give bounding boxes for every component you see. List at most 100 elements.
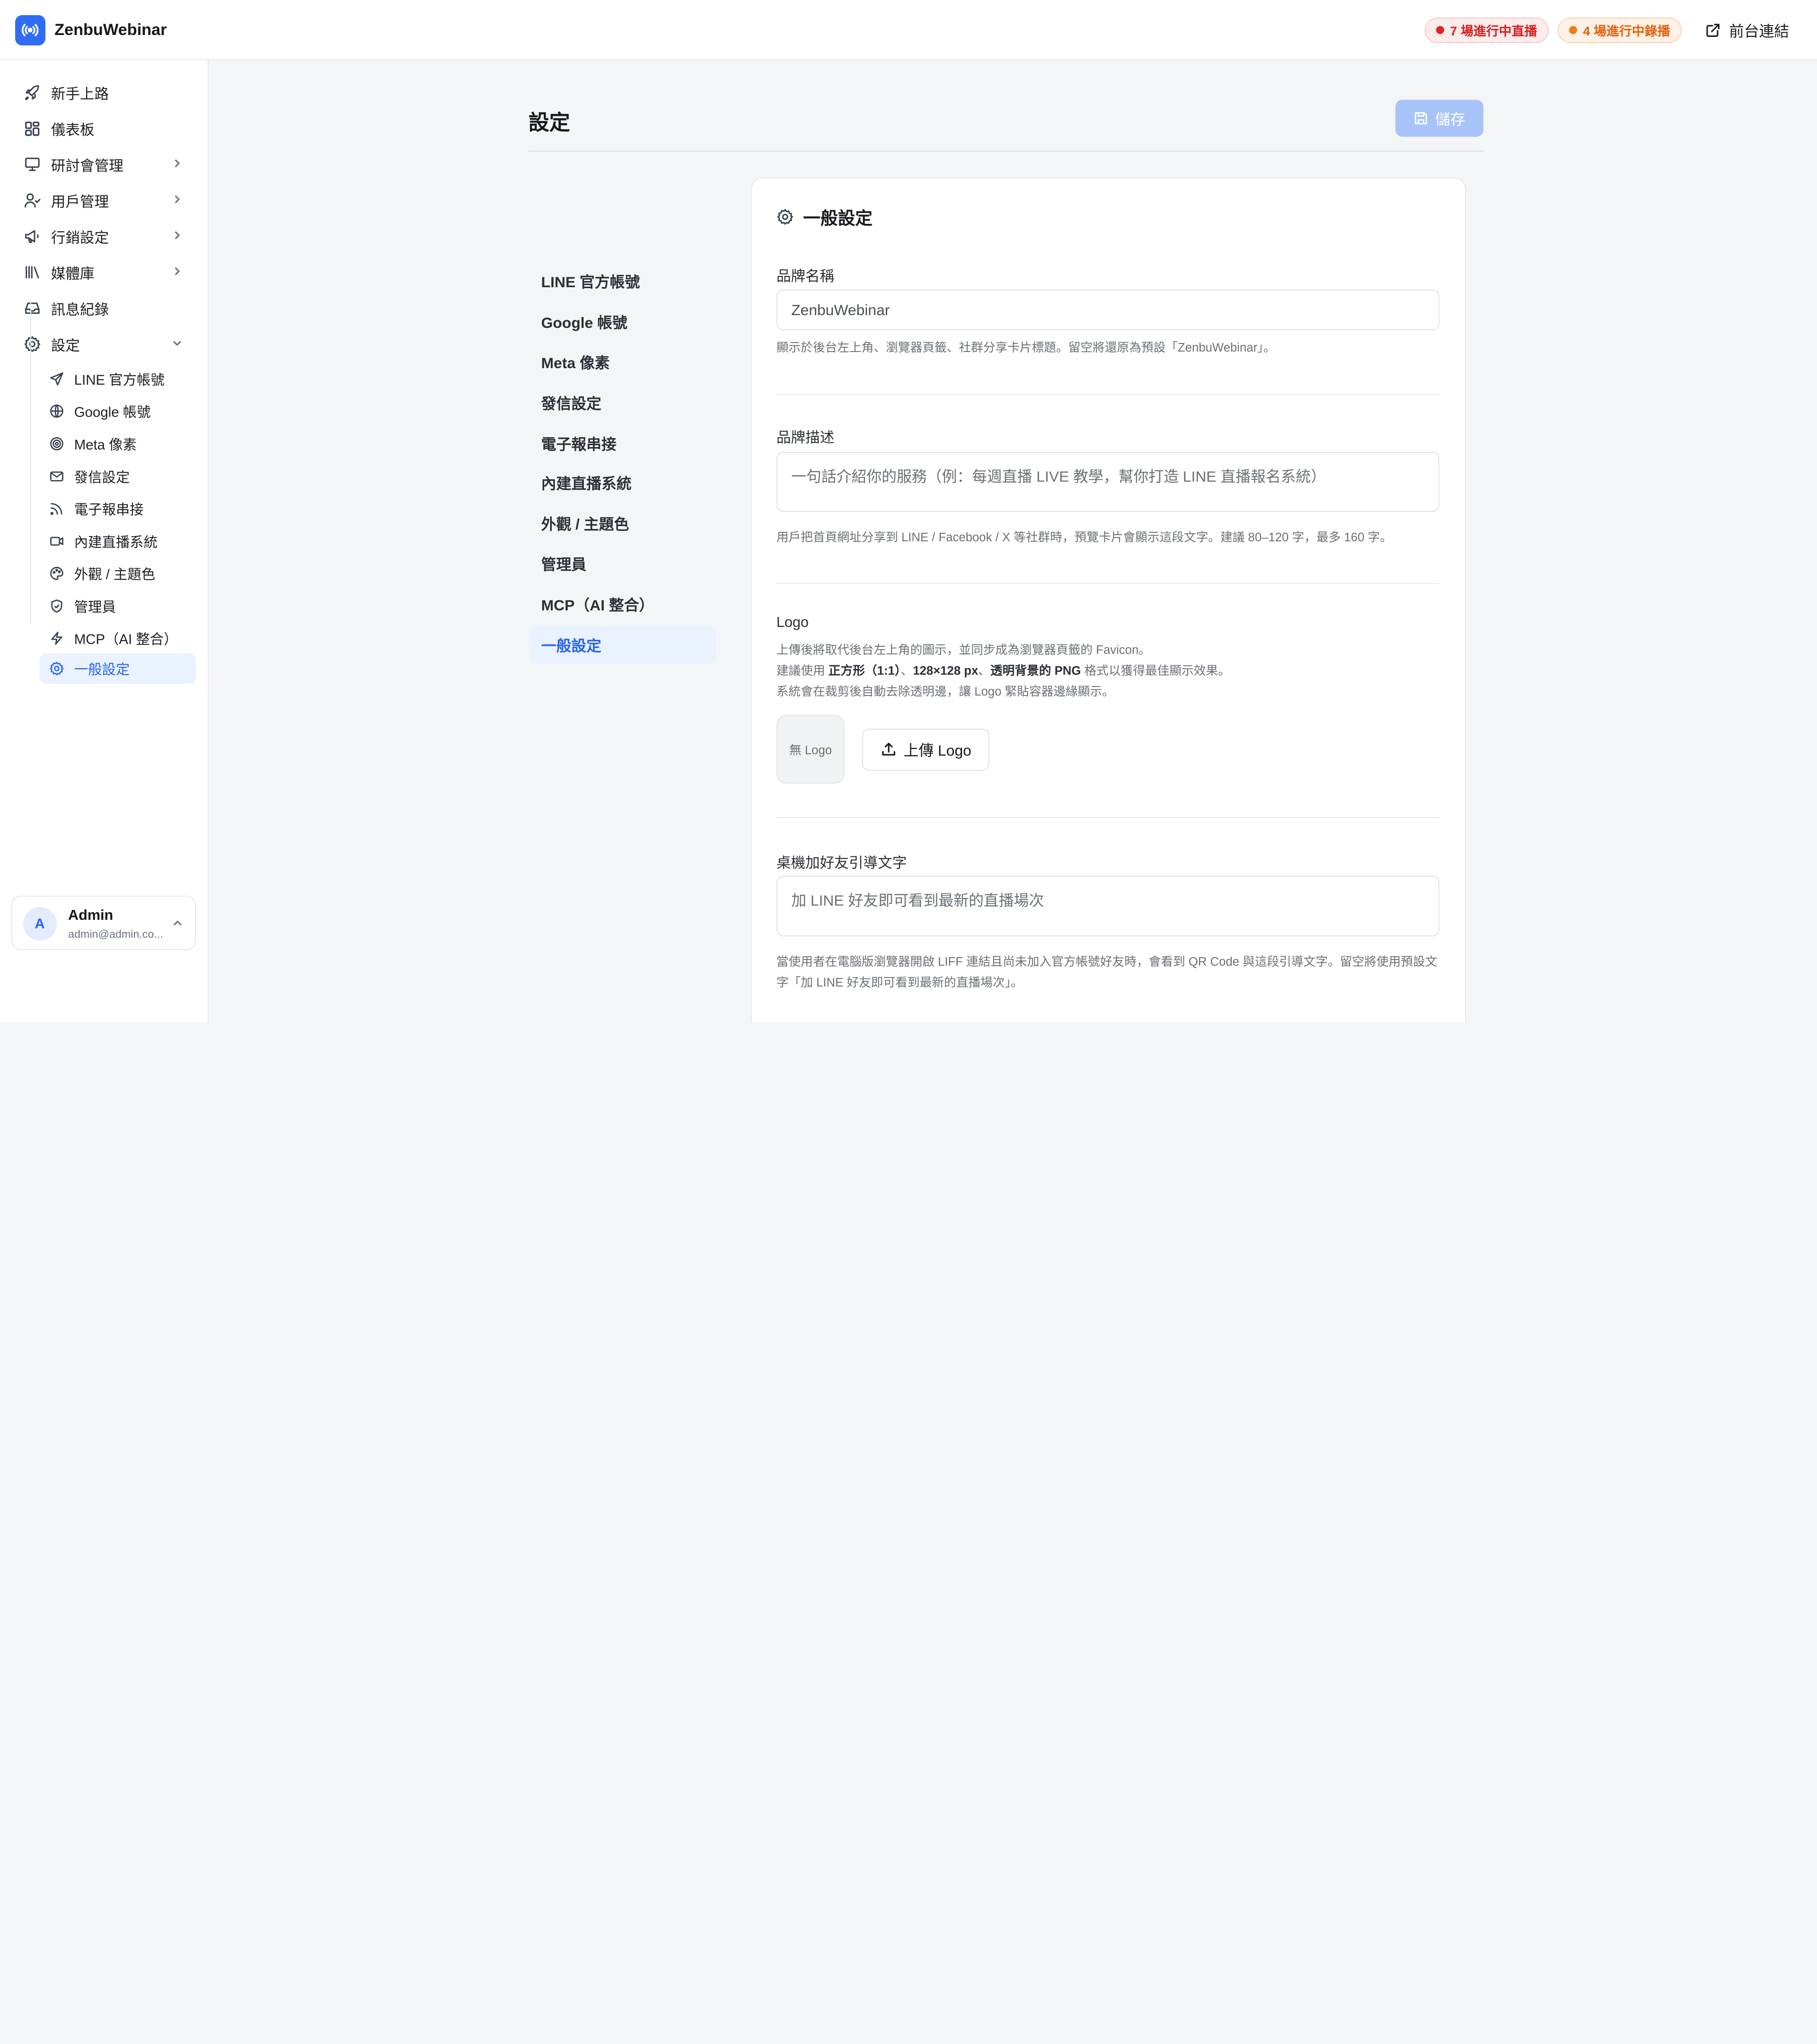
frontend-link[interactable]: 前台連結 [1705,19,1789,41]
card-title-label: 一般設定 [803,209,873,229]
user-menu[interactable]: A Admin admin@admin.co... [11,896,196,951]
settings-nav-newsletter[interactable]: 電子報串接 [529,424,716,462]
sidebar-item-settings[interactable]: 設定 [14,328,194,361]
settings-nav-google[interactable]: Google 帳號 [529,302,716,341]
sidebar-item-label: 行銷設定 [51,230,109,247]
brand-name-label: 品牌名稱 [776,268,835,285]
brand-desc-textarea[interactable]: 一句話介紹你的服務（例：每週直播 LIVE 教學，幫你打造 LINE 直播報名系… [776,452,1439,512]
video-icon [49,533,65,549]
recording-count-badge[interactable]: 4 場進行中錄播 [1558,17,1682,43]
recording-count-label: 4 場進行中錄播 [1583,24,1670,39]
settings-nav-line-account[interactable]: LINE 官方帳號 [529,262,716,300]
logo-hint-2-bold: 正方形（1:1） [828,664,901,678]
sidebar-subitem-live-system[interactable]: 內建直播系統 [39,526,196,556]
sidebar-item-label: 訊息紀錄 [51,301,109,318]
megaphone-icon [23,227,42,246]
sidebar-subitem-label: Google 帳號 [74,405,151,421]
desktop-friend-placeholder: 加 LINE 好友即可看到最新的直播場次 [791,891,1044,909]
logo-hint-2-text: 格式以獲得最佳顯示效果。 [1081,664,1230,678]
logo-hint-3: 系統會在裁剪後自動去除透明邊，讓 Logo 緊貼容器邊緣顯示。 [776,685,1114,698]
top-bar: ZenbuWebinar 7 場進行中直播 4 場進行中錄播 前台連結 [0,0,1817,61]
app-root: ZenbuWebinar 7 場進行中直播 4 場進行中錄播 前台連結 新手上路… [0,0,1817,1022]
sidebar-subitem-line-account[interactable]: LINE 官方帳號 [39,364,196,394]
sidebar-subitem-label: 一般設定 [74,662,130,678]
presentation-icon [23,155,42,174]
desktop-friend-textarea[interactable]: 加 LINE 好友即可看到最新的直播場次 [776,876,1439,936]
settings-nav-admins[interactable]: 管理員 [529,545,716,583]
logo-hint-2-bold: 透明背景的 PNG [990,664,1081,678]
save-button[interactable]: 儲存 [1395,99,1483,137]
avatar: A [23,907,57,941]
sidebar-subitem-admins[interactable]: 管理員 [39,591,196,621]
sidebar-item-onboarding[interactable]: 新手上路 [14,77,194,109]
logo-preview: 無 Logo [776,715,845,784]
sidebar-subitem-label: 管理員 [74,599,116,615]
sidebar-item-media-library[interactable]: 媒體庫 [14,256,194,289]
gear-icon [49,661,65,677]
upload-logo-button[interactable]: 上傳 Logo [862,729,990,771]
sidebar-item-dashboard[interactable]: 儀表板 [14,113,194,145]
sidebar-subitem-google[interactable]: Google 帳號 [39,396,196,427]
sidebar-subitem-label: 內建直播系統 [74,534,158,550]
sidebar-subitem-appearance[interactable]: 外觀 / 主題色 [39,558,196,589]
logo-hint-2-text: 、 [900,664,913,678]
mail-icon [49,468,65,484]
brand-name-input[interactable]: ZenbuWebinar [776,290,1439,330]
save-button-label: 儲存 [1435,110,1465,128]
live-count-badge[interactable]: 7 場進行中直播 [1425,17,1549,43]
sidebar-item-label: 研討會管理 [51,158,123,175]
library-icon [23,263,42,282]
settings-nav-meta-pixel[interactable]: Meta 像素 [529,343,716,381]
brand-desc-hint: 用戶把首頁網址分享到 LINE / Facebook / X 等社群時，預覽卡片… [776,531,1392,545]
sidebar-item-label: 設定 [51,337,80,354]
chevron-down-icon [173,341,182,346]
logo-label: Logo [776,614,809,630]
logo-hint-2-text: 、 [978,664,990,678]
settings-nav-mcp[interactable]: MCP（AI 整合） [529,585,716,624]
sidebar-item-webinars[interactable]: 研討會管理 [14,148,194,181]
gear-icon [23,335,42,353]
settings-nav-email[interactable]: 發信設定 [529,384,716,422]
sidebar-item-label: 用戶管理 [51,194,109,211]
upload-logo-label: 上傳 Logo [903,742,971,759]
broadcast-icon [15,15,45,45]
card-title: 一般設定 [776,204,873,229]
settings-nav-general[interactable]: 一般設定 [529,626,716,664]
sidebar-item-marketing[interactable]: 行銷設定 [14,220,194,253]
sidebar-subitem-general[interactable]: 一般設定 [39,653,196,684]
logo-hint-2-bold: 128×128 px [913,664,979,678]
logo-hint-2: 建議使用 正方形（1:1）、128×128 px、透明背景的 PNG 格式以獲得… [776,661,1439,681]
sidebar-subitem-label: 外觀 / 主題色 [74,567,156,583]
save-icon [1414,112,1427,124]
sidebar-subitem-newsletter[interactable]: 電子報串接 [39,493,196,524]
external-link-icon [1706,23,1720,37]
sidebar-subitem-label: MCP（AI 整合） [74,632,178,648]
sidebar-subitem-meta-pixel[interactable]: Meta 像素 [39,429,196,459]
section-divider [776,394,1439,396]
user-name: Admin [68,907,114,924]
sidebar-item-messages[interactable]: 訊息紀錄 [14,292,194,325]
submenu-guide-line [30,299,32,625]
inbox-icon [23,299,42,317]
upload-icon [882,743,895,756]
user-email: admin@admin.co... [68,928,163,941]
settings-nav-appearance[interactable]: 外觀 / 主題色 [529,504,716,542]
chevron-right-icon [175,195,180,203]
logo-hint-1: 上傳後將取代後台左上角的圖示，並同步成為瀏覽器頁籤的 Favicon。 [776,643,1151,657]
logo-hint-2-text: 建議使用 [776,664,829,678]
target-icon [49,436,65,452]
brand[interactable]: ZenbuWebinar [15,15,167,45]
brand-desc-placeholder: 一句話介紹你的服務（例：每週直播 LIVE 教學，幫你打造 LINE 直播報名系… [791,467,1326,485]
settings-nav-live-system[interactable]: 內建直播系統 [529,464,716,502]
sidebar-subitem-email[interactable]: 發信設定 [39,461,196,492]
sidebar-subitem-label: LINE 官方帳號 [74,372,165,388]
sidebar-item-users[interactable]: 用戶管理 [14,184,194,217]
chevron-right-icon [175,231,180,239]
sidebar-subitem-mcp[interactable]: MCP（AI 整合） [39,624,196,654]
dashboard-icon [23,119,42,138]
desktop-friend-hint: 當使用者在電腦版瀏覽器開啟 LIFF 連結且尚未加入官方帳號好友時，會看到 QR… [776,955,1438,989]
recording-dot-icon [1569,26,1578,35]
chevron-up-icon [173,920,182,926]
globe-icon [49,403,65,419]
desktop-friend-label: 桌機加好友引導文字 [776,855,907,871]
